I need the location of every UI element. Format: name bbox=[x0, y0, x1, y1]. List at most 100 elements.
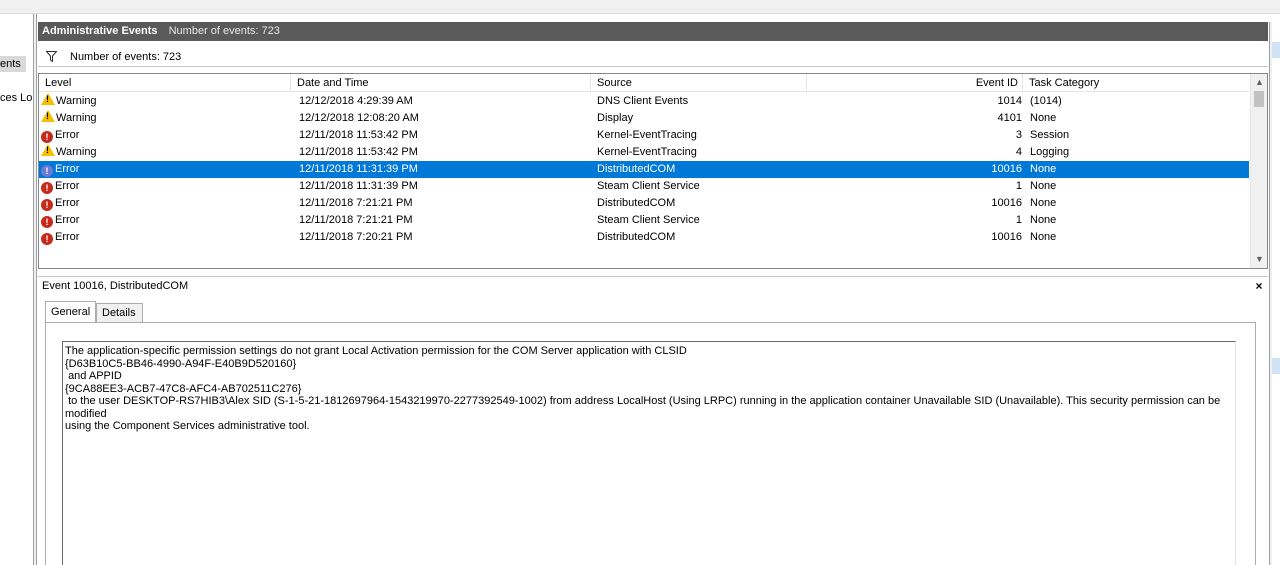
cell-event-id: 10016 bbox=[991, 231, 1022, 243]
cell-level: Warning bbox=[41, 144, 291, 161]
cell-date-time: 12/11/2018 11:53:42 PM bbox=[299, 129, 418, 141]
cell-level: ! Error bbox=[41, 127, 291, 144]
left-splitter[interactable] bbox=[34, 14, 37, 565]
view-title: Administrative Events bbox=[42, 25, 158, 37]
cell-task-category: None bbox=[1030, 180, 1057, 192]
cell-date-time: 12/11/2018 7:20:21 PM bbox=[299, 231, 413, 243]
cell-event-id: 10016 bbox=[991, 197, 1022, 209]
level-text: Warning bbox=[56, 95, 97, 107]
table-row[interactable]: ! Error 12/11/2018 7:21:21 PM Steam Client … bbox=[39, 212, 1249, 229]
cell-source: DNS Client Events bbox=[597, 95, 689, 107]
general-tab-body: The application-specific permission sett… bbox=[45, 322, 1256, 565]
main-pane: Administrative Events Number of events: … bbox=[38, 22, 1268, 565]
cell-task-category: None bbox=[1030, 231, 1057, 243]
close-icon[interactable]: × bbox=[1252, 277, 1266, 295]
event-detail-header: Event 10016, DistributedCOM × bbox=[38, 276, 1268, 294]
column-header-source[interactable]: Source bbox=[591, 74, 807, 92]
cell-task-category: Logging bbox=[1030, 146, 1070, 158]
table-header: Level Date and Time Source Event ID Task… bbox=[39, 74, 1249, 92]
error-icon: ! bbox=[41, 233, 53, 245]
event-description[interactable]: The application-specific permission sett… bbox=[62, 341, 1236, 565]
navigation-tree-pane: ents ces Lo bbox=[0, 14, 34, 565]
column-header-event-id[interactable]: Event ID bbox=[807, 74, 1023, 92]
table-row[interactable]: ! Error 12/11/2018 11:31:39 PM Steam Client… bbox=[39, 178, 1249, 195]
tab-general[interactable]: General bbox=[45, 301, 96, 322]
cell-level: ! Error bbox=[41, 229, 291, 246]
column-header-level[interactable]: Level bbox=[39, 74, 291, 92]
level-text: Error bbox=[55, 129, 80, 141]
cell-level: ! Error bbox=[41, 178, 291, 195]
cell-source: Steam Client Service bbox=[597, 180, 700, 192]
level-text: Error bbox=[55, 231, 80, 243]
view-title-bar: Administrative Events Number of events: … bbox=[38, 22, 1268, 41]
actions-pane bbox=[1272, 22, 1280, 565]
table-row[interactable]: ! Error 12/11/2018 7:20:21 PM DistributedCO… bbox=[39, 229, 1249, 246]
table-row[interactable]: ! Error 12/11/2018 11:53:42 PM Kernel-Event… bbox=[39, 127, 1249, 144]
error-icon: ! bbox=[41, 199, 53, 211]
cell-event-id: 4 bbox=[1015, 146, 1022, 158]
column-header-date-time[interactable]: Date and Time bbox=[291, 74, 591, 92]
cell-source: DistributedCOM bbox=[597, 197, 676, 209]
events-table-scrollbar[interactable]: ▲ ▼ bbox=[1250, 74, 1267, 268]
level-text: Error bbox=[55, 180, 80, 192]
view-event-count: Number of events: 723 bbox=[168, 25, 280, 37]
cell-level: ! Error bbox=[41, 195, 291, 212]
table-row[interactable]: ! Error 12/11/2018 11:31:39 PM DistributedC… bbox=[39, 161, 1249, 178]
error-icon: ! bbox=[41, 165, 53, 177]
level-text: Error bbox=[55, 214, 80, 226]
cell-source: DistributedCOM bbox=[597, 163, 676, 175]
cell-source: Kernel-EventTracing bbox=[597, 146, 697, 158]
cell-task-category: None bbox=[1030, 197, 1057, 209]
cell-event-id: 1 bbox=[1015, 214, 1022, 226]
tree-item-applications-services-logs[interactable]: ces Lo bbox=[0, 90, 32, 106]
warning-icon bbox=[41, 93, 55, 105]
cell-date-time: 12/12/2018 4:29:39 AM bbox=[299, 95, 413, 107]
top-strip bbox=[0, 0, 1280, 14]
table-row[interactable]: Warning 12/12/2018 4:29:39 AM DNS Client E… bbox=[39, 93, 1249, 110]
scroll-down-arrow-icon[interactable]: ▼ bbox=[1251, 251, 1267, 268]
level-text: Error bbox=[55, 197, 80, 209]
events-table: Level Date and Time Source Event ID Task… bbox=[38, 73, 1268, 269]
cell-event-id: 4101 bbox=[997, 112, 1022, 124]
level-text: Warning bbox=[56, 112, 97, 124]
scroll-thumb[interactable] bbox=[1254, 91, 1264, 107]
actions-pane-header[interactable] bbox=[1272, 42, 1280, 58]
cell-source: Kernel-EventTracing bbox=[597, 129, 697, 141]
table-row[interactable]: Warning 12/12/2018 12:08:20 AM Display 4101… bbox=[39, 110, 1249, 127]
error-icon: ! bbox=[41, 131, 53, 143]
event-detail-title: Event 10016, DistributedCOM bbox=[42, 280, 189, 292]
cell-date-time: 12/11/2018 7:21:21 PM bbox=[299, 214, 413, 226]
level-text: Error bbox=[55, 163, 80, 175]
filter-icon[interactable] bbox=[46, 51, 57, 62]
actions-pane-section[interactable] bbox=[1272, 358, 1280, 374]
cell-level: ! Error bbox=[41, 161, 291, 178]
cell-source: Steam Client Service bbox=[597, 214, 700, 226]
cell-source: Display bbox=[597, 112, 634, 124]
error-icon: ! bbox=[41, 216, 53, 228]
filter-bar: Number of events: 723 bbox=[38, 47, 1268, 67]
tab-details[interactable]: Details bbox=[96, 303, 143, 323]
cell-source: DistributedCOM bbox=[597, 231, 676, 243]
cell-date-time: 12/11/2018 7:21:21 PM bbox=[299, 197, 413, 209]
cell-event-id: 10016 bbox=[991, 163, 1022, 175]
cell-task-category: (1014) bbox=[1030, 95, 1062, 107]
table-row[interactable]: ! Error 12/11/2018 7:21:21 PM DistributedCO… bbox=[39, 195, 1249, 212]
warning-icon bbox=[41, 144, 55, 156]
column-header-task-category[interactable]: Task Category bbox=[1023, 74, 1249, 92]
scroll-up-arrow-icon[interactable]: ▲ bbox=[1251, 74, 1267, 91]
cell-date-time: 12/11/2018 11:31:39 PM bbox=[299, 163, 418, 175]
cell-event-id: 1 bbox=[1015, 180, 1022, 192]
filter-event-count: Number of events: 723 bbox=[70, 51, 182, 63]
cell-level: Warning bbox=[41, 93, 291, 110]
cell-level: Warning bbox=[41, 110, 291, 127]
table-row[interactable]: Warning 12/11/2018 11:53:42 PM Kernel-Even… bbox=[39, 144, 1249, 161]
level-text: Warning bbox=[56, 146, 97, 158]
cell-event-id: 3 bbox=[1015, 129, 1022, 141]
cell-date-time: 12/11/2018 11:31:39 PM bbox=[299, 180, 418, 192]
cell-event-id: 1014 bbox=[997, 95, 1022, 107]
warning-icon bbox=[41, 110, 55, 122]
cell-level: ! Error bbox=[41, 212, 291, 229]
cell-task-category: Session bbox=[1030, 129, 1070, 141]
tree-item-custom-views-events[interactable]: ents bbox=[0, 56, 26, 72]
cell-task-category: None bbox=[1030, 112, 1057, 124]
